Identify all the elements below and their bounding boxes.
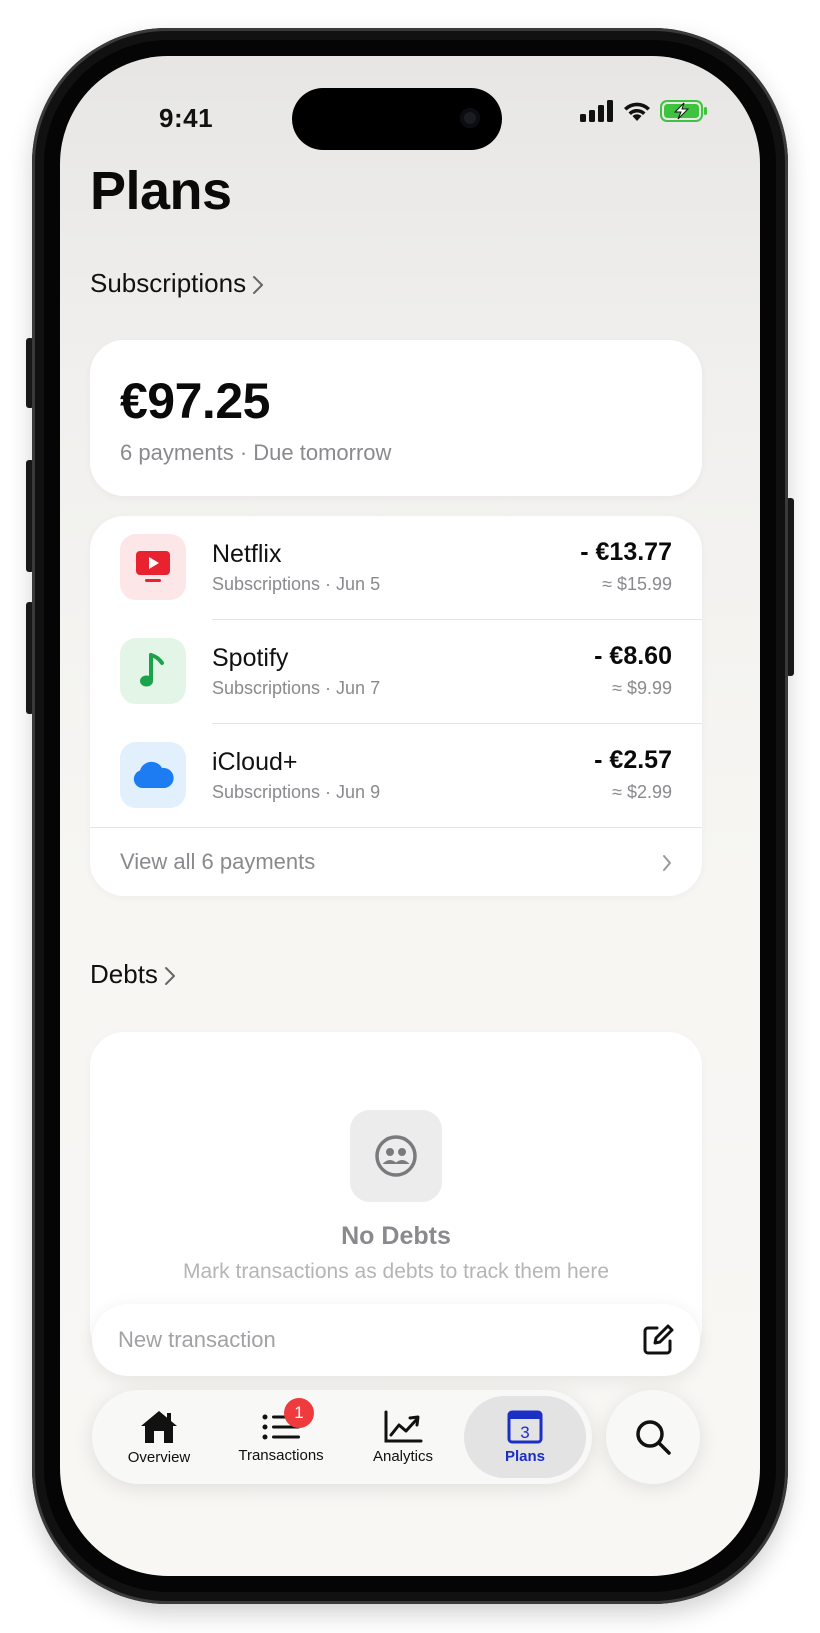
new-transaction-placeholder: New transaction [118, 1327, 276, 1352]
item-meta: Subscriptions · Jun 9 [212, 782, 381, 802]
item-meta: Subscriptions · Jun 7 [212, 678, 381, 698]
transactions-badge: 1 [284, 1398, 314, 1428]
calendar-day-number: 3 [520, 1423, 529, 1442]
item-name: Netflix [212, 540, 282, 568]
subscriptions-summary-text: 6 payments · Due tomorrow [120, 440, 392, 465]
item-converted-amount: ≈ $15.99 [602, 574, 672, 594]
search-button[interactable] [606, 1390, 700, 1484]
search-icon [636, 1420, 671, 1455]
list-item-netflix[interactable]: Netflix Subscriptions · Jun 5 - €13.77 ≈… [90, 516, 702, 620]
dynamic-island [292, 88, 502, 150]
tab-label: Analytics [372, 1447, 434, 1465]
chart-icon [384, 1410, 423, 1442]
camera-icon [460, 108, 480, 128]
debts-empty-title: No Debts [341, 1222, 451, 1250]
phone-bezel: 9:41 Plans Subscriptions €97.25 6 paymen… [44, 40, 776, 1592]
new-transaction-input[interactable]: New transaction [92, 1304, 700, 1376]
music-note-icon [140, 653, 164, 687]
tab-plans[interactable]: 3 Plans [464, 1396, 586, 1478]
tab-transactions[interactable]: 1 Transactions [220, 1396, 342, 1478]
list-item-spotify[interactable]: Spotify Subscriptions · Jun 7 - €8.60 ≈ … [90, 620, 702, 724]
tab-bar: Overview 1 Transactions Analytics 3 Plan… [92, 1390, 592, 1484]
subscriptions-section-label: Subscriptions [90, 268, 247, 298]
subscriptions-section-link[interactable]: Subscriptions [90, 268, 264, 299]
debts-empty-icon-box [350, 1110, 442, 1202]
screen: 9:41 Plans Subscriptions €97.25 6 paymen… [60, 56, 760, 1576]
subscriptions-list: Netflix Subscriptions · Jun 5 - €13.77 ≈… [90, 516, 702, 896]
phone-frame: 9:41 Plans Subscriptions €97.25 6 paymen… [32, 28, 788, 1604]
subscriptions-summary-card[interactable]: €97.25 6 payments · Due tomorrow [90, 340, 702, 496]
battery-charging-icon [660, 100, 707, 122]
item-amount: - €2.57 [594, 746, 672, 774]
cloud-icon [133, 761, 174, 788]
sad-people-icon [375, 1135, 417, 1177]
compose-icon[interactable] [640, 1322, 676, 1358]
house-icon [141, 1410, 177, 1443]
chevron-right-icon [663, 855, 671, 871]
tv-play-icon [136, 551, 170, 582]
debts-section-label: Debts [90, 959, 158, 989]
view-all-payments-button[interactable]: View all 6 payments [90, 828, 702, 896]
item-converted-amount: ≈ $9.99 [612, 678, 672, 698]
chevron-right-icon [253, 275, 264, 294]
item-amount: - €8.60 [594, 642, 672, 670]
tab-label: Overview [127, 1448, 191, 1466]
tab-label: Transactions [238, 1446, 324, 1464]
wifi-icon [624, 102, 650, 121]
status-icons [580, 100, 708, 122]
icloud-app-icon [120, 742, 186, 808]
view-all-label: View all 6 payments [120, 849, 316, 874]
list-item-icloud[interactable]: iCloud+ Subscriptions · Jun 9 - €2.57 ≈ … [90, 724, 702, 828]
subscriptions-total: €97.25 [120, 373, 270, 429]
tab-overview[interactable]: Overview [98, 1396, 220, 1478]
cellular-signal-icon [580, 100, 613, 122]
spotify-app-icon [120, 638, 186, 704]
item-converted-amount: ≈ $2.99 [612, 782, 672, 802]
status-time: 9:41 [159, 103, 214, 133]
chevron-right-icon [164, 966, 175, 985]
tab-label: Plans [504, 1447, 546, 1465]
debts-section-link[interactable]: Debts [90, 959, 176, 990]
calendar-icon: 3 [507, 1410, 543, 1443]
debts-empty-subtitle: Mark transactions as debts to track them… [182, 1260, 610, 1283]
item-name: iCloud+ [212, 748, 298, 776]
tab-analytics[interactable]: Analytics [342, 1396, 464, 1478]
page-title: Plans [90, 161, 232, 221]
item-name: Spotify [212, 644, 289, 672]
item-amount: - €13.77 [580, 538, 672, 566]
netflix-app-icon [120, 534, 186, 600]
item-meta: Subscriptions · Jun 5 [212, 574, 381, 594]
